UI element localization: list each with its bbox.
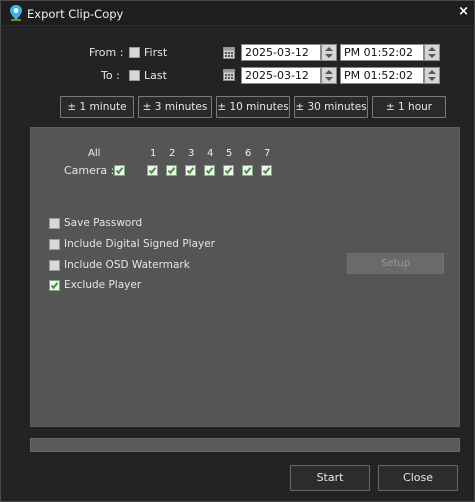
from-time-spin-icon[interactable]	[424, 44, 440, 61]
camera-2-checkbox[interactable]	[166, 165, 177, 176]
camera-number: 5	[226, 148, 233, 159]
camera-6-checkbox[interactable]	[242, 165, 253, 176]
to-time-field[interactable]: PM 01:52:02	[340, 67, 424, 84]
camera-number: 6	[245, 148, 252, 159]
export-clip-copy-dialog: Export Clip-Copy × From : First 2025-03-…	[0, 0, 475, 502]
camera-1-checkbox[interactable]	[147, 165, 158, 176]
camera-5-checkbox[interactable]	[223, 165, 234, 176]
title-bar: Export Clip-Copy ×	[1, 1, 474, 26]
to-date-spin-icon[interactable]	[321, 67, 337, 84]
camera-number: 1	[150, 148, 157, 159]
export-progress-bar	[30, 438, 460, 452]
last-checkbox[interactable]	[129, 70, 140, 81]
window-title: Export Clip-Copy	[27, 7, 124, 21]
plus-minus-10-minutes-button[interactable]: ± 10 minutes	[216, 96, 290, 118]
close-icon[interactable]: ×	[458, 4, 469, 19]
camera-number: 2	[169, 148, 176, 159]
all-cameras-checkbox[interactable]	[114, 165, 125, 176]
plus-minus-1-hour-button[interactable]: ± 1 hour	[372, 96, 446, 118]
to-label: To :	[101, 69, 120, 82]
camera-number: 3	[188, 148, 195, 159]
from-time-field[interactable]: PM 01:52:02	[340, 44, 424, 61]
start-button[interactable]: Start	[290, 465, 370, 491]
include-digital-signed-player-label: Include Digital Signed Player	[64, 238, 215, 250]
export-options-panel: All Camera : 1 2 3 4 5 6 7 Save Password…	[30, 127, 460, 427]
include-digital-signed-player-checkbox[interactable]	[49, 239, 60, 250]
camera-4-checkbox[interactable]	[204, 165, 215, 176]
camera-number: 7	[264, 148, 271, 159]
close-button[interactable]: Close	[378, 465, 458, 491]
plus-minus-3-minutes-button[interactable]: ± 3 minutes	[138, 96, 212, 118]
calendar-icon[interactable]	[223, 46, 235, 59]
camera-3-checkbox[interactable]	[185, 165, 196, 176]
to-time-spin-icon[interactable]	[424, 67, 440, 84]
map-pin-icon	[10, 5, 22, 21]
plus-minus-1-minute-button[interactable]: ± 1 minute	[60, 96, 134, 118]
plus-minus-30-minutes-button[interactable]: ± 30 minutes	[294, 96, 368, 118]
from-label: From :	[89, 46, 124, 59]
exclude-player-label: Exclude Player	[64, 279, 142, 291]
first-label: First	[144, 46, 168, 59]
exclude-player-checkbox[interactable]	[49, 280, 60, 291]
setup-button[interactable]: Setup	[347, 253, 444, 274]
save-password-checkbox[interactable]	[49, 218, 60, 229]
camera-7-checkbox[interactable]	[261, 165, 272, 176]
camera-number: 4	[207, 148, 214, 159]
save-password-label: Save Password	[64, 217, 143, 229]
all-cameras-label: All	[88, 148, 101, 159]
last-label: Last	[144, 69, 167, 82]
first-checkbox[interactable]	[129, 47, 140, 58]
camera-label: Camera :	[64, 164, 115, 177]
include-osd-watermark-label: Include OSD Watermark	[64, 259, 190, 271]
calendar-icon[interactable]	[223, 68, 235, 81]
from-date-field[interactable]: 2025-03-12	[241, 44, 321, 61]
include-osd-watermark-checkbox[interactable]	[49, 260, 60, 271]
from-date-spin-icon[interactable]	[321, 44, 337, 61]
to-date-field[interactable]: 2025-03-12	[241, 67, 321, 84]
